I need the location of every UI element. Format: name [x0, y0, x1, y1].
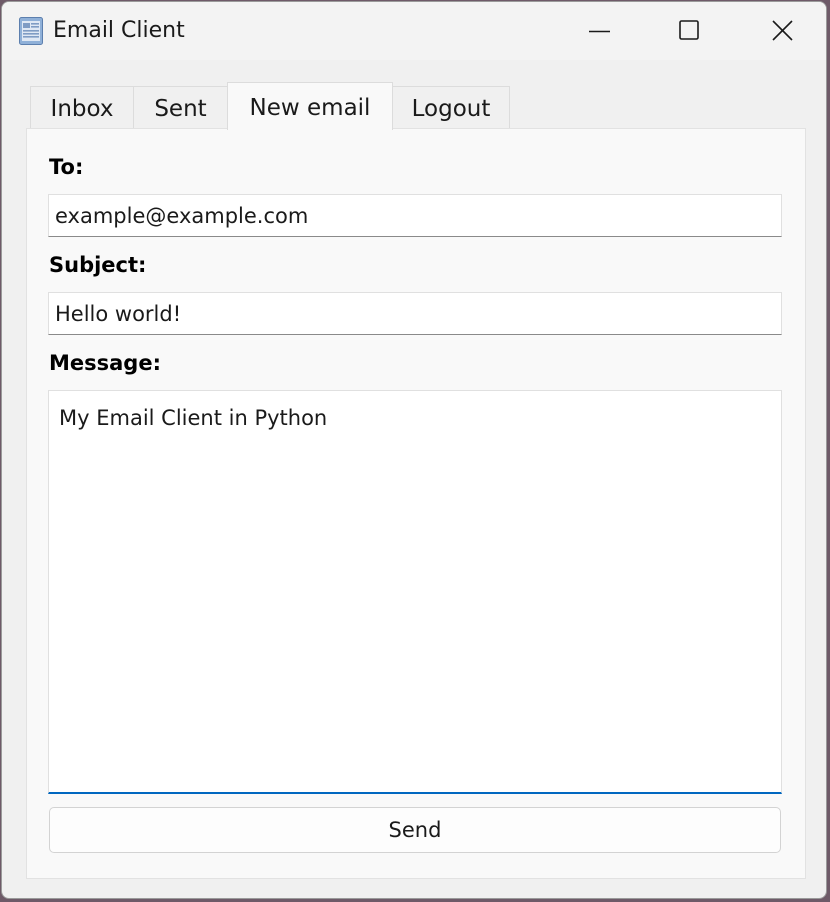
window-title: Email Client	[53, 18, 185, 43]
subject-field[interactable]: Hello world!	[48, 292, 782, 335]
email-client-window: Email Client Inbox Sent New email Logout…	[1, 1, 827, 899]
message-textarea[interactable]: My Email Client in Python	[48, 390, 782, 794]
tab-new-email[interactable]: New email	[227, 82, 393, 130]
tab-logout[interactable]: Logout	[392, 86, 510, 129]
maximize-icon	[679, 20, 699, 40]
to-field[interactable]: example@example.com	[48, 194, 782, 237]
title-bar[interactable]: Email Client	[2, 2, 826, 60]
minimize-button[interactable]	[553, 2, 645, 60]
close-icon	[772, 20, 793, 41]
send-button[interactable]: Send	[49, 807, 781, 853]
minimize-icon	[589, 30, 610, 33]
to-label: To:	[49, 155, 84, 179]
message-label: Message:	[49, 351, 161, 375]
new-email-panel: To: example@example.com Subject: Hello w…	[26, 128, 806, 879]
tab-inbox[interactable]: Inbox	[30, 86, 134, 129]
document-icon	[19, 17, 43, 45]
maximize-button[interactable]	[643, 2, 735, 60]
close-button[interactable]	[735, 2, 826, 60]
tab-sent[interactable]: Sent	[133, 86, 228, 129]
subject-label: Subject:	[49, 253, 147, 277]
